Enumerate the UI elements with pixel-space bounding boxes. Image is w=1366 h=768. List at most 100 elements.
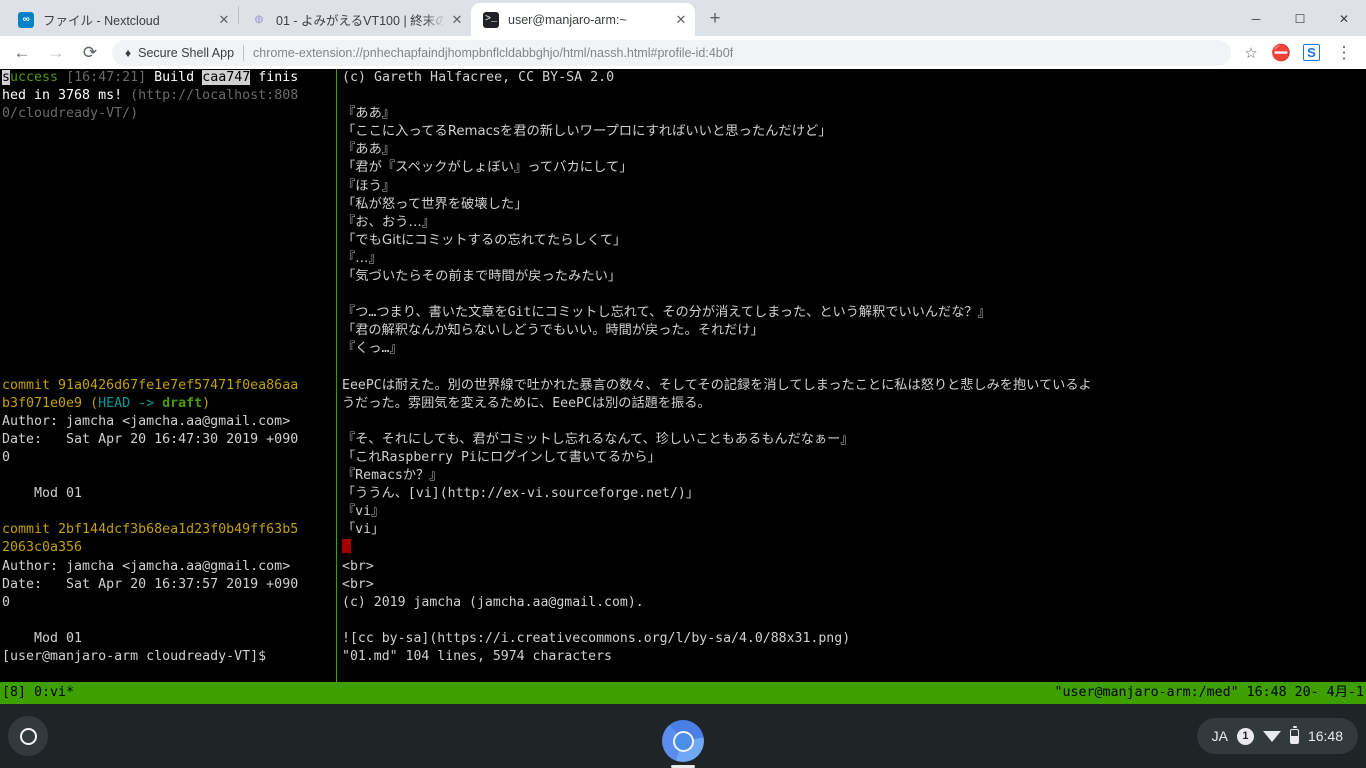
terminal-line: 「ううん、[vi](http://ex-vi.sourceforge.net/)…: [342, 486, 700, 502]
close-icon[interactable]: ✕: [669, 8, 693, 32]
extension-chip[interactable]: ♦ Secure Shell App: [112, 40, 234, 66]
extension-s-icon[interactable]: S: [1303, 44, 1320, 61]
terminal-span: commit 2bf144dcf3b68ea1d23f0b49ff63b5: [2, 522, 299, 538]
maximize-button[interactable]: ☐: [1278, 2, 1322, 36]
terminal-line: 『ああ』: [342, 142, 396, 158]
wifi-icon[interactable]: [1262, 730, 1281, 742]
terminal-line: commit 91a0426d67fe1e7ef57471f0ea86aa: [2, 377, 334, 395]
terminal-line: Mod 01: [2, 485, 334, 503]
terminal-line: 『vi』: [342, 504, 385, 520]
terminal-span: Date: Sat Apr 20 16:47:30 2019 +090: [2, 431, 299, 447]
terminal-line: 0/cloudready-VT/): [2, 105, 334, 123]
terminal-line: hed in 3768 ms! (http://localhost:808: [2, 87, 334, 105]
terminal-span: HEAD ->: [98, 395, 163, 411]
terminal-line: 「ここに入ってるRemacsを君の新しいワープロにすればいいと思ったんだけど」: [342, 124, 832, 140]
terminal-span: Build: [154, 70, 203, 85]
launcher-circle-icon: [19, 727, 37, 745]
bookmark-star-icon[interactable]: ☆: [1237, 39, 1265, 67]
terminal-line: ![cc by-sa](https://i.creativecommons.or…: [342, 630, 851, 646]
terminal-span: draft: [162, 395, 203, 411]
clock-label[interactable]: 16:48: [1308, 728, 1343, 744]
terminal-line: success [16:47:21] Build caa747 finis: [2, 69, 334, 87]
terminal-line: Date: Sat Apr 20 16:47:30 2019 +090: [2, 431, 334, 449]
puzzle-icon: ♦: [125, 45, 132, 60]
chromeos-shelf: JA 1 16:48: [0, 704, 1366, 768]
tab-strip: ∞ ファイル - Nextcloud ✕ ◍ 01 - よみがえるVT100 |…: [0, 0, 1366, 36]
tab-nextcloud[interactable]: ∞ ファイル - Nextcloud ✕: [6, 3, 238, 36]
terminal-line: Mod 01: [2, 630, 334, 648]
scrapbox-favicon-icon: ◍: [254, 14, 264, 25]
omnibox-divider: [243, 44, 245, 61]
terminal-line: 『そ、それにしても、君がコミットし忘れるなんて、珍しいこともあるもんだなぁー』: [342, 431, 854, 447]
terminal-viewport[interactable]: success [16:47:21] Build caa747 finis hed…: [0, 69, 1366, 704]
terminal-line: EeePCは耐えた。別の世界線で吐かれた暴言の数々、そしてその記録を消してしまっ…: [342, 377, 1092, 393]
tmux-window-list: [8] 0:vi*: [2, 685, 75, 700]
terminal-span: Date: Sat Apr 20 16:37:57 2019 +090: [2, 576, 299, 592]
terminal-line: 0: [2, 594, 334, 612]
terminal-span: [58, 70, 66, 85]
close-window-button[interactable]: ✕: [1322, 2, 1366, 36]
close-icon[interactable]: ✕: [445, 8, 469, 32]
terminal-span: Author: jamcha <jamcha.aa@gmail.com>: [2, 413, 291, 429]
terminal-line: 『Remacsか？』: [342, 468, 443, 484]
browser-toolbar: ← → ⟳ ♦ Secure Shell App chrome-extensio…: [0, 36, 1366, 69]
tmux-pane-divider[interactable]: [336, 69, 337, 682]
terminal-line: 0: [2, 449, 334, 467]
terminal-line: b3f071e0e9 (HEAD -> draft): [2, 395, 334, 413]
address-bar[interactable]: ♦ Secure Shell App chrome-extension://pn…: [112, 39, 1231, 66]
terminal-line: 「君の解釈なんか知らないしどうでもいい。時間が戻った。それだけ」: [342, 323, 764, 339]
terminal-span: 0: [2, 594, 11, 610]
ad-blocker-icon[interactable]: ⛔: [1267, 39, 1295, 67]
terminal-span: [user@manjaro-arm cloudready-VT]$: [2, 649, 267, 664]
terminal-span: b3f071e0e9: [2, 395, 91, 411]
terminal-span: s: [2, 70, 11, 85]
back-button[interactable]: ←: [8, 39, 36, 67]
terminal-line: [342, 539, 1364, 557]
tab-scrapbox[interactable]: ◍ 01 - よみがえるVT100 | 終末の ✕: [239, 3, 471, 36]
chrome-menu-icon[interactable]: ⋮: [1330, 39, 1358, 67]
terminal-span: Mod 01: [2, 630, 83, 646]
minimize-button[interactable]: ─: [1234, 2, 1278, 36]
terminal-line: 『…』: [342, 250, 382, 266]
terminal-line: うだった。雰囲気を変えるために、EeePCは別の話題を振る。: [342, 395, 711, 411]
url-text: chrome-extension://pnhechapfaindjhompbnf…: [253, 45, 734, 60]
terminal-span: Mod 01: [2, 486, 83, 502]
close-icon[interactable]: ✕: [212, 8, 236, 32]
terminal-line: 『お、おう…』: [342, 214, 436, 230]
tmux-pane-left[interactable]: success [16:47:21] Build caa747 finis hed…: [0, 69, 336, 682]
tab-title: ファイル - Nextcloud: [43, 14, 160, 28]
terminal-line: 「これRaspberry Piにログインして書いてるから」: [342, 449, 661, 465]
new-tab-button[interactable]: +: [701, 5, 729, 33]
tab-title: user@manjaro-arm:~: [508, 12, 627, 27]
terminal-span: (: [90, 395, 99, 411]
tab-title: 01 - よみがえるVT100 | 終末の: [276, 14, 445, 28]
terminal-line: <br>: [342, 576, 374, 592]
tab-terminal[interactable]: >_ user@manjaro-arm:~ ✕: [471, 3, 695, 36]
battery-icon[interactable]: [1289, 726, 1299, 744]
terminal-line: 『つ…つまり、書いた文章をGitにコミットし忘れて、その分が消えてしまった、とい…: [342, 305, 991, 321]
forward-button[interactable]: →: [42, 39, 70, 67]
launcher-button[interactable]: [8, 716, 48, 756]
tmux-pane-right[interactable]: (c) Gareth Halfacree, CC BY-SA 2.0 『ああ』「…: [340, 69, 1366, 682]
system-tray[interactable]: JA 1 16:48: [1196, 718, 1358, 754]
reload-button[interactable]: ⟳: [76, 39, 104, 67]
notification-badge[interactable]: 1: [1236, 727, 1254, 745]
terminal-span: hed in 3768 ms!: [2, 88, 131, 104]
input-method-label[interactable]: JA: [1212, 728, 1228, 744]
chromium-icon: [662, 720, 704, 762]
terminal-line: Author: jamcha <jamcha.aa@gmail.com>: [2, 413, 334, 431]
terminal-line: 『くっ…』: [342, 341, 403, 357]
chromium-app-button[interactable]: [659, 717, 707, 765]
